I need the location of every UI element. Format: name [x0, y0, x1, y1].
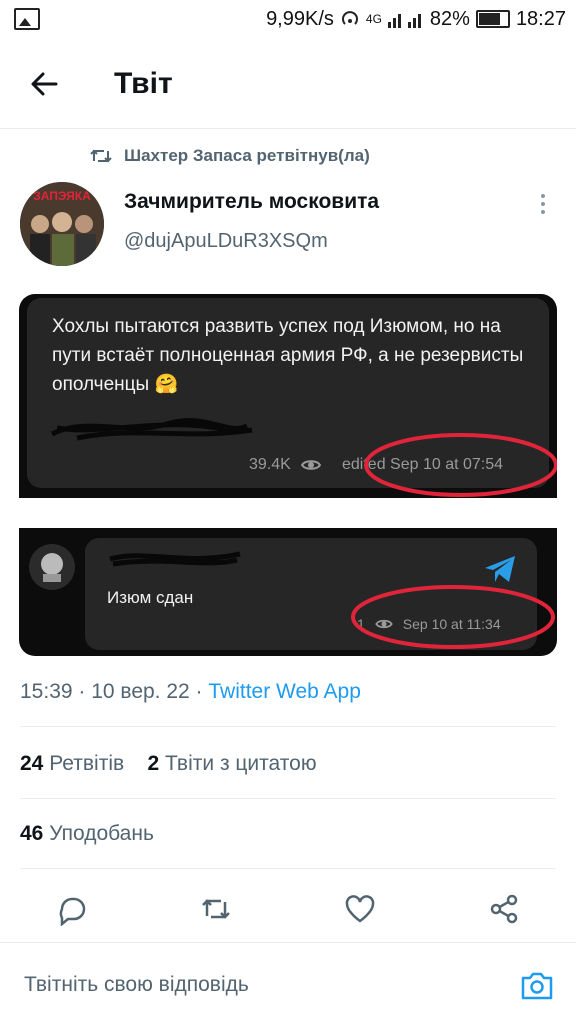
- avatar-image: ЗАПЭЯКА: [20, 182, 104, 266]
- divider: [0, 128, 576, 129]
- retweet-quote-stats: 24 Ретвітів 2 Твіти з цитатою: [20, 752, 317, 776]
- reply-input[interactable]: Твітніть свою відповідь: [24, 973, 249, 997]
- network-type: 4G: [365, 12, 382, 26]
- tweet-source-link[interactable]: Twitter Web App: [208, 680, 361, 703]
- gallery-notification-icon: [14, 8, 40, 30]
- channel-avatar: [29, 544, 75, 590]
- like-icon[interactable]: [343, 892, 377, 926]
- tweet-timestamp: 15:39 · 10 вер. 22 ·: [20, 680, 209, 703]
- divider: [20, 798, 556, 799]
- more-vertical-icon[interactable]: [536, 192, 550, 216]
- status-bar: 9,99K/s 4G 82% 18:27: [0, 0, 576, 38]
- author-avatar[interactable]: ЗАПЭЯКА: [20, 182, 104, 266]
- reply-icon[interactable]: [55, 892, 89, 926]
- hotspot-icon: [341, 11, 358, 25]
- share-icon[interactable]: [487, 892, 521, 926]
- back-arrow-icon: [31, 72, 58, 96]
- eye-icon: [300, 460, 321, 470]
- action-bar: [0, 884, 576, 934]
- avatar-logo-text: ЗАПЭЯКА: [33, 189, 91, 203]
- quotes-stat[interactable]: 2 Твіти з цитатою: [148, 752, 317, 775]
- network-speed: 9,99K/s: [266, 7, 334, 30]
- divider: [20, 726, 556, 727]
- clock: 18:27: [515, 7, 566, 30]
- camera-icon[interactable]: [520, 969, 554, 1001]
- scribble-redaction: [50, 418, 253, 441]
- battery-percent: 82%: [429, 7, 470, 30]
- top-bar: Твіт: [0, 52, 576, 116]
- scribble-redaction-2: [109, 551, 241, 567]
- retweets-label: Ретвітів: [49, 752, 125, 775]
- media-separator: [19, 498, 557, 528]
- page-title: Твіт: [114, 67, 173, 100]
- likes-label: Уподобань: [49, 822, 154, 845]
- retweet-context[interactable]: Шахтер Запаса ретвітнув(ла): [90, 146, 370, 166]
- battery-icon: [475, 10, 510, 28]
- retweets-stat[interactable]: 24 Ретвітів: [20, 752, 124, 775]
- quotes-count: 2: [147, 752, 160, 775]
- likes-stat[interactable]: 46 Уподобань: [20, 822, 154, 846]
- retweet-icon: [90, 149, 112, 163]
- signal-icon: [387, 14, 421, 28]
- tweet-media[interactable]: Хохлы пытаются развить успех под Изюмом,…: [19, 294, 557, 656]
- author-name[interactable]: Зачмиритель московита: [124, 190, 379, 214]
- highlight-circle-2: [351, 585, 555, 649]
- message-1-views: 39.4K: [249, 456, 321, 474]
- reply-composer[interactable]: Твітніть свою відповідь: [0, 942, 576, 1025]
- likes-count: 46: [20, 822, 44, 845]
- message-2-text: Изюм сдан: [107, 588, 194, 607]
- retweets-count: 24: [20, 752, 44, 775]
- back-button[interactable]: [20, 60, 68, 108]
- message-1-views-count: 39.4K: [249, 456, 291, 473]
- author-handle[interactable]: @dujApuLDuR3XSQm: [124, 230, 328, 253]
- retweet-icon[interactable]: [199, 892, 233, 926]
- retweet-context-text: Шахтер Запаса ретвітнув(ла): [124, 146, 370, 165]
- message-bubble-2: Изюм сдан 1 Sep 10 at 11:34: [85, 538, 555, 650]
- message-1-text: Хохлы пытаются развить успех под Изюмом,…: [52, 316, 524, 395]
- highlight-circle-1: [364, 433, 557, 497]
- message-bubble-1: Хохлы пытаются развить успех под Изюмом,…: [27, 298, 557, 497]
- quotes-label: Твіти з цитатою: [165, 752, 317, 775]
- divider: [20, 868, 556, 869]
- tweet-meta: 15:39 · 10 вер. 22 · Twitter Web App: [20, 680, 361, 704]
